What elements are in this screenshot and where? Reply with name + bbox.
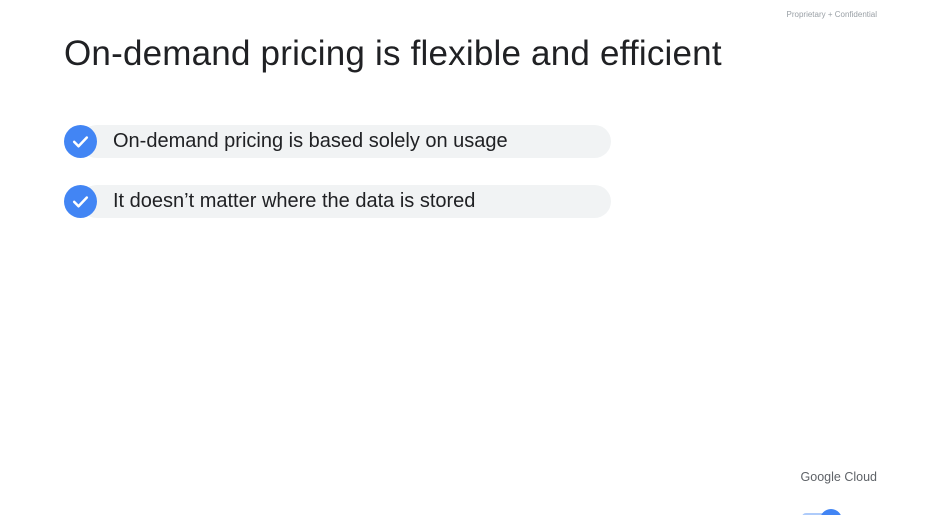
bullet-item: It doesn’t matter where the data is stor… bbox=[64, 185, 611, 218]
confidential-label: Proprietary + Confidential bbox=[786, 10, 878, 19]
google-cloud-logo: Google Cloud bbox=[800, 470, 877, 484]
bullet-text: On-demand pricing is based solely on usa… bbox=[113, 130, 508, 152]
decorative-dot bbox=[820, 509, 842, 515]
check-circle-icon bbox=[64, 125, 97, 158]
bullet-item: On-demand pricing is based solely on usa… bbox=[64, 125, 611, 158]
slide-title: On-demand pricing is flexible and effici… bbox=[64, 34, 722, 73]
decorative-graphic bbox=[802, 509, 842, 515]
slide: Proprietary + Confidential On-demand pri… bbox=[0, 0, 936, 515]
check-circle-icon bbox=[64, 185, 97, 218]
bullet-text: It doesn’t matter where the data is stor… bbox=[113, 190, 476, 212]
